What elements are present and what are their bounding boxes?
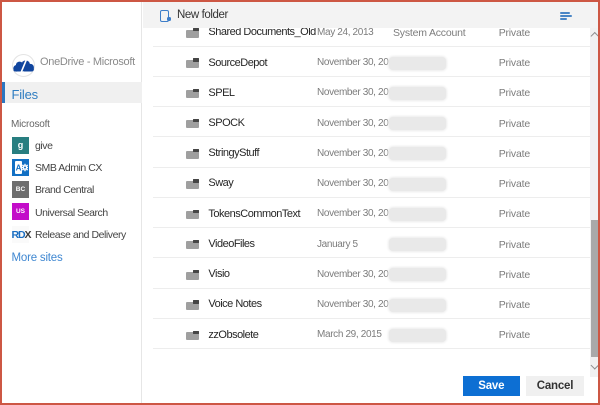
svg-text:A: A — [15, 163, 21, 172]
svg-text:X: X — [25, 229, 32, 240]
